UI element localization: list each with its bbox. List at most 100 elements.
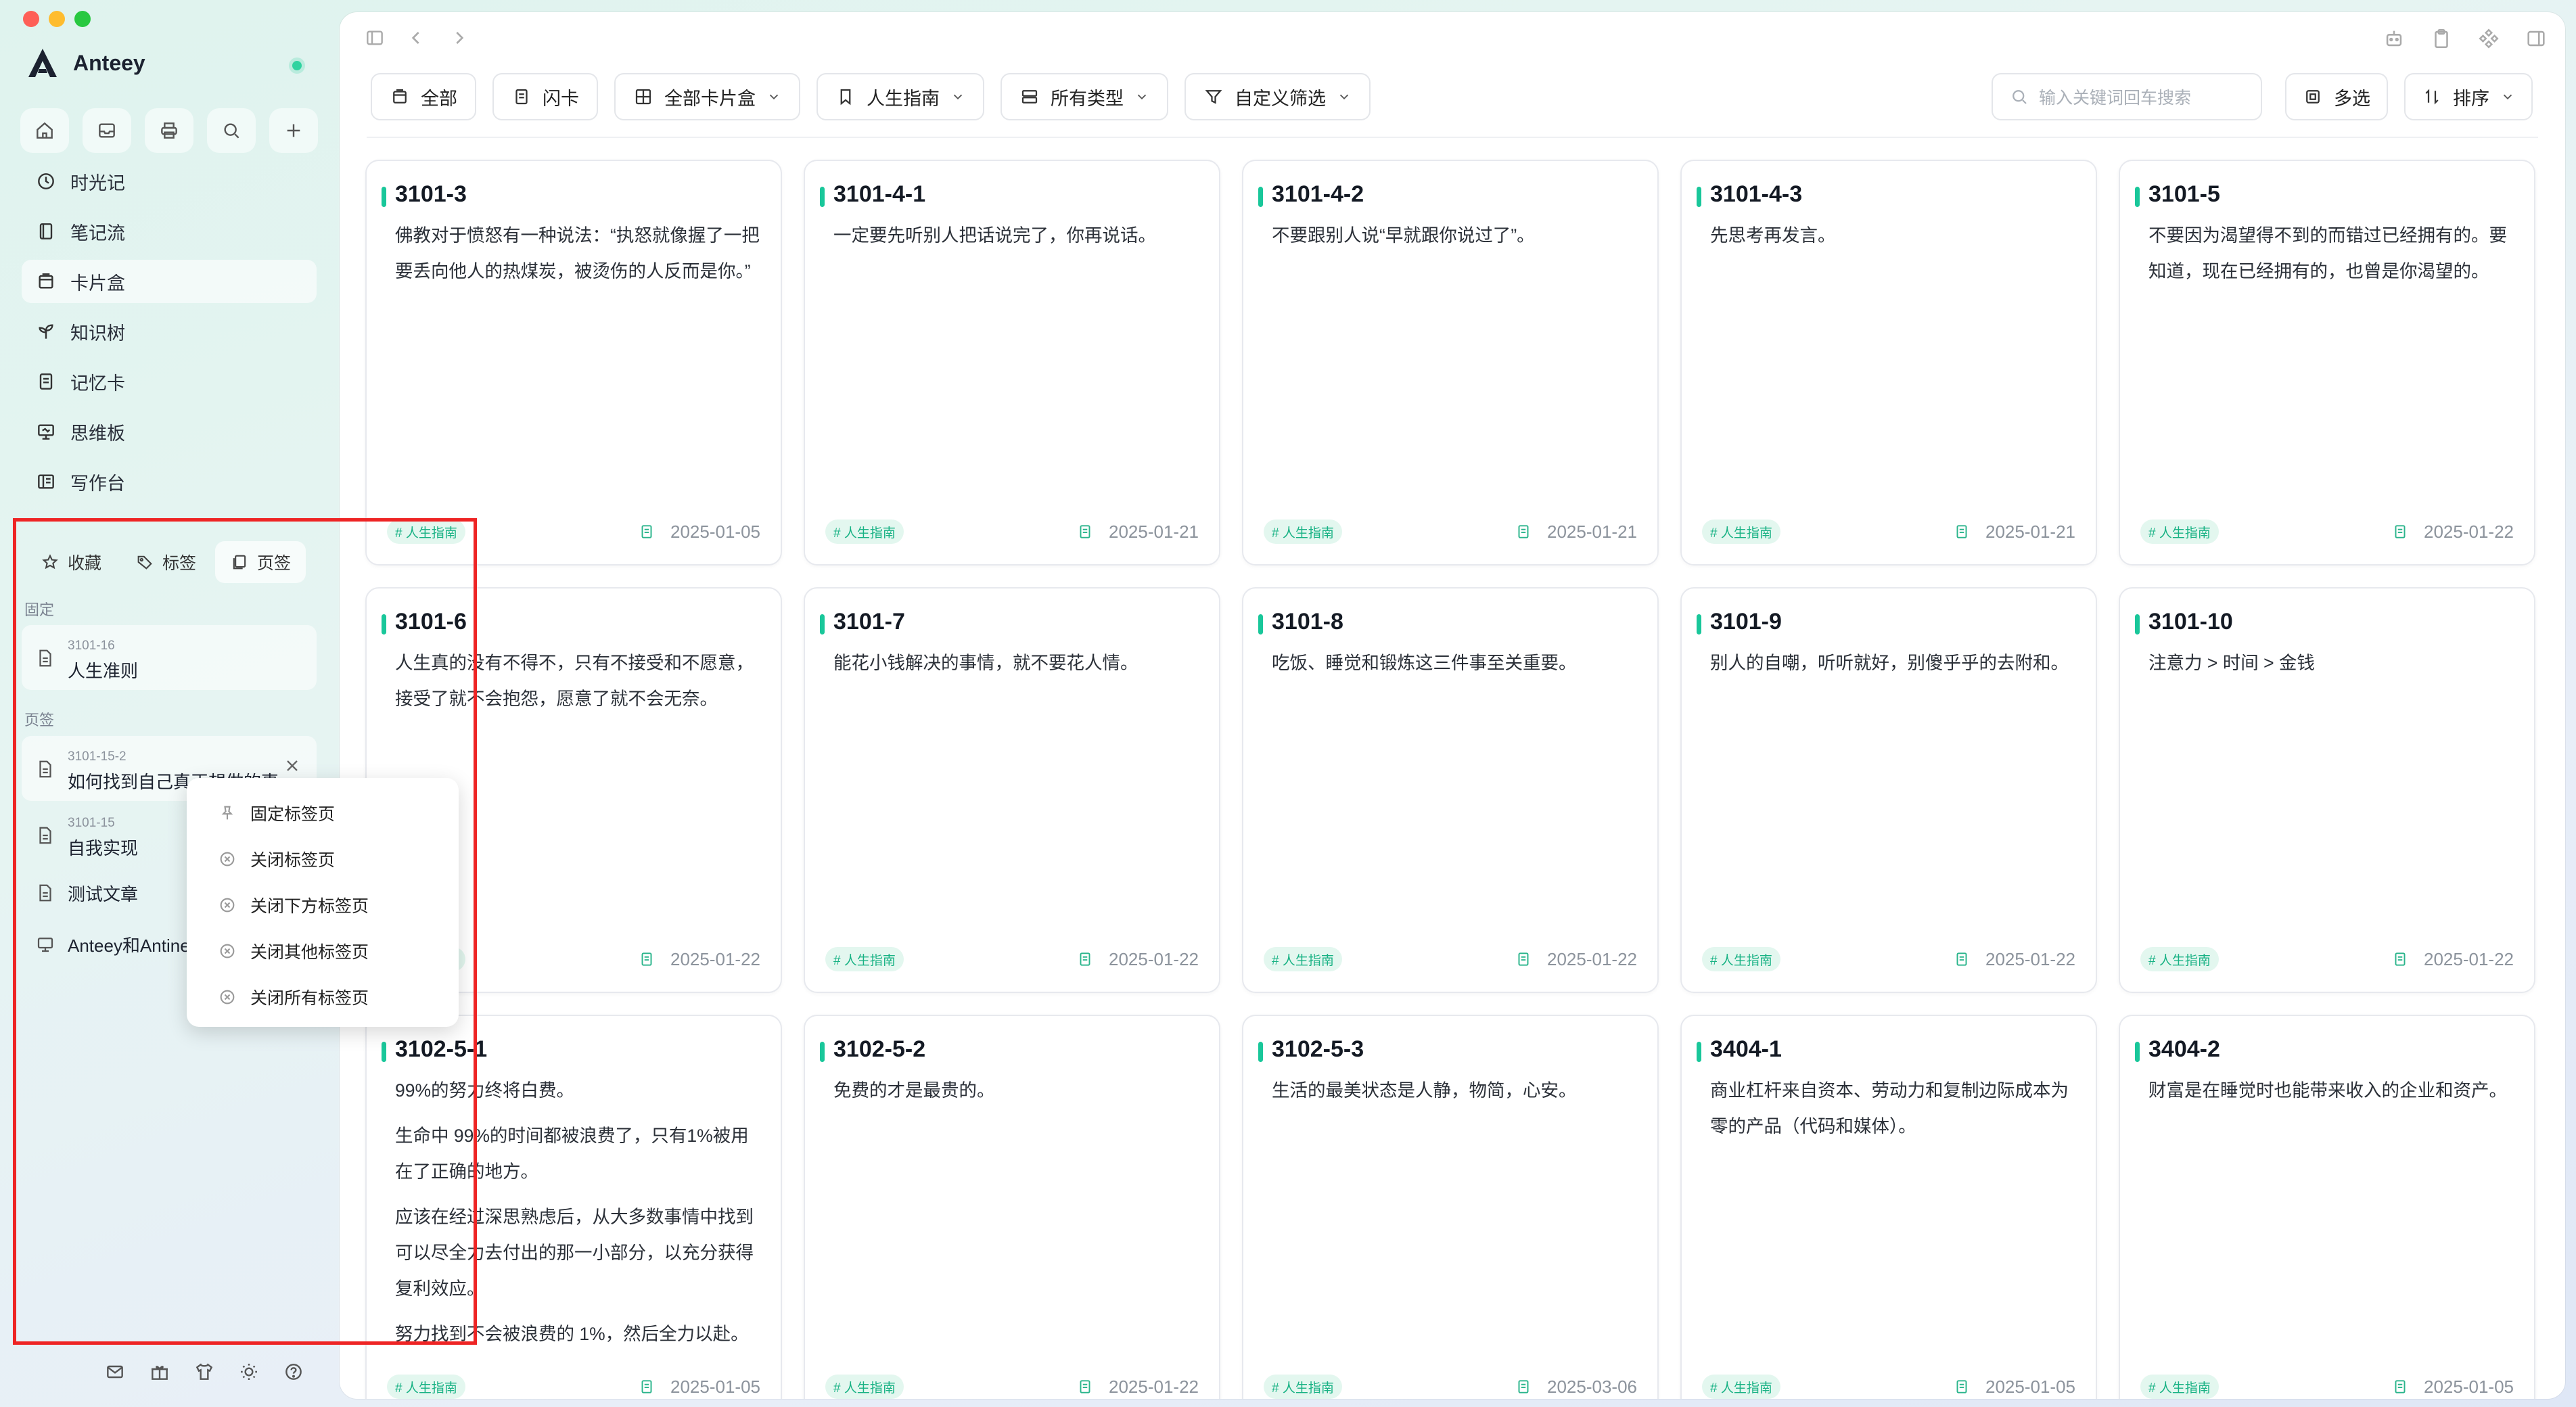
card-tag[interactable]: # 人生指南 <box>387 520 465 544</box>
card-text: 商业杠杆来自资本、劳动力和复制边际成本为零的产品（代码和媒体）。 <box>1710 1080 2069 1136</box>
filter-all-button[interactable]: 全部 <box>371 73 476 120</box>
note-card[interactable]: 3101-4-1 一定要先听别人把话说完了，你再说话。 # 人生指南 2025-01-… <box>804 160 1220 566</box>
context-menu-item[interactable]: 关闭所有标签页 <box>187 974 459 1020</box>
gift-icon[interactable] <box>149 1361 170 1383</box>
card-id: 3102-5-1 <box>395 1036 488 1062</box>
pinned-section-label: 固定 <box>24 601 55 618</box>
document-icon <box>39 760 51 778</box>
card-accent-bar <box>820 614 825 635</box>
filter-flashcard-button[interactable]: 闪卡 <box>492 73 598 120</box>
close-icon[interactable] <box>283 756 302 775</box>
card-date-row: 2025-01-22 <box>2391 520 2514 544</box>
inbox-button[interactable] <box>83 108 131 153</box>
card-body: 财富是在睡觉时也能带来收入的企业和资产。 <box>2148 1073 2514 1118</box>
card-tag[interactable]: # 人生指南 <box>1264 1375 1342 1399</box>
search-input[interactable]: 输入关键词回车搜索 <box>1992 73 2262 120</box>
right-panel-icon[interactable] <box>2525 27 2548 50</box>
toolbar-divider <box>367 137 2538 138</box>
card-text: 免费的才是最贵的。 <box>833 1080 995 1101</box>
shirt-icon[interactable] <box>193 1361 215 1383</box>
nav-item-knowledge-tree[interactable]: 知识树 <box>22 310 317 353</box>
card-tag[interactable]: # 人生指南 <box>2140 947 2219 971</box>
mail-icon[interactable] <box>104 1361 126 1383</box>
card-tag[interactable]: # 人生指南 <box>825 1375 904 1399</box>
card-date-row: 2025-01-21 <box>1953 520 2075 544</box>
note-card[interactable]: 3101-9 别人的自嘲，听听就好，别傻乎乎的去附和。 # 人生指南 2025-01-… <box>1680 587 2097 993</box>
home-button[interactable] <box>20 108 69 153</box>
tab-context-menu: 固定标签页 关闭标签页关闭下方标签页关闭其他标签页 关闭所有标签页 <box>187 778 459 1027</box>
close-circle-icon <box>220 898 235 913</box>
search-button[interactable] <box>207 108 256 153</box>
robot-icon[interactable] <box>2383 27 2406 50</box>
context-menu-item[interactable]: 关闭标签页 <box>187 836 459 882</box>
sun-icon[interactable] <box>238 1361 260 1383</box>
chevron-down-icon <box>769 94 779 100</box>
card-id: 3404-2 <box>2148 1036 2220 1062</box>
nav-item-memory-cards[interactable]: 记忆卡 <box>22 360 317 403</box>
grid-dots-icon[interactable] <box>2477 27 2500 50</box>
print-button[interactable] <box>145 108 193 153</box>
search-icon <box>2013 90 2027 104</box>
card-text: 财富是在睡觉时也能带来收入的企业和资产。 <box>2148 1080 2507 1101</box>
card-body: 不要跟别人说“早就跟你说过了”。 <box>1272 218 1637 263</box>
context-menu-label: 关闭下方标签页 <box>250 897 369 916</box>
tab-tags[interactable]: 标签 <box>120 541 211 583</box>
context-menu-item[interactable]: 固定标签页 <box>187 790 459 836</box>
card-tag[interactable]: # 人生指南 <box>825 947 904 971</box>
note-card[interactable]: 3101-7 能花小钱解决的事情，就不要花人情。 # 人生指南 2025-01-22 <box>804 587 1220 993</box>
forward-arrow-icon[interactable] <box>448 27 469 49</box>
home-icon <box>37 122 53 139</box>
nav-item-card-box[interactable]: 卡片盒 <box>22 260 317 303</box>
multi-select-button[interactable]: 多选 <box>2285 73 2388 120</box>
filter-life-guide-dropdown[interactable]: 人生指南 <box>816 73 984 120</box>
pinned-tab-item[interactable]: 3101-16 人生准则 <box>22 625 317 690</box>
add-button[interactable] <box>269 108 318 153</box>
filter-custom-dropdown[interactable]: 自定义筛选 <box>1184 73 1371 120</box>
card-tag[interactable]: # 人生指南 <box>825 520 904 544</box>
tab-pages[interactable]: 页签 <box>215 541 306 583</box>
card-tag[interactable]: # 人生指南 <box>1702 520 1780 544</box>
filter-all-boxes-dropdown[interactable]: 全部卡片盒 <box>614 73 800 120</box>
note-card[interactable]: 3101-4-3 先思考再发言。 # 人生指南 2025-01-21 <box>1680 160 2097 566</box>
note-card[interactable]: 3404-2 财富是在睡觉时也能带来收入的企业和资产。 # 人生指南 2025-01-… <box>2119 1015 2535 1399</box>
card-date-row: 2025-03-06 <box>1515 1375 1637 1399</box>
card-id: 3101-8 <box>1272 609 1343 635</box>
clipboard-icon[interactable] <box>2430 27 2453 50</box>
calendar-icon <box>1080 952 1090 966</box>
card-tag[interactable]: # 人生指南 <box>387 1375 465 1399</box>
card-tag[interactable]: # 人生指南 <box>2140 520 2219 544</box>
card-tag[interactable]: # 人生指南 <box>1264 947 1342 971</box>
plus-icon <box>287 124 300 137</box>
card-tag[interactable]: # 人生指南 <box>2140 1375 2219 1399</box>
context-menu-item[interactable]: 关闭其他标签页 <box>187 928 459 974</box>
note-card[interactable]: 3404-1 商业杠杆来自资本、劳动力和复制边际成本为零的产品（代码和媒体）。 # … <box>1680 1015 2097 1399</box>
note-card[interactable]: 3101-10 注意力 > 时间 > 金钱 # 人生指南 2025-01-22 <box>2119 587 2535 993</box>
help-icon[interactable] <box>283 1361 304 1383</box>
note-card[interactable]: 3101-5 不要因为渴望得不到的而错过已经拥有的。要知道，现在已经拥有的，也曾是… <box>2119 160 2535 566</box>
grid-icon <box>635 89 651 105</box>
panel-tabs: 收藏 标签 页签 <box>26 541 306 583</box>
note-card[interactable]: 3102-5-2 免费的才是最贵的。 # 人生指南 2025-01-22 <box>804 1015 1220 1399</box>
tab-favorites[interactable]: 收藏 <box>26 541 116 583</box>
note-card[interactable]: 3102-5-3 生活的最美状态是人静，物简，心安。 # 人生指南 2025-03-0… <box>1242 1015 1659 1399</box>
context-menu-item[interactable]: 关闭下方标签页 <box>187 882 459 928</box>
sort-dropdown[interactable]: 排序 <box>2404 73 2533 120</box>
note-card[interactable]: 3101-8 吃饭、睡觉和锻炼这三件事至关重要。 # 人生指南 2025-01-22 <box>1242 587 1659 993</box>
card-tag[interactable]: # 人生指南 <box>1702 1375 1780 1399</box>
brand[interactable]: Anteey <box>26 46 145 80</box>
calendar-icon <box>2395 525 2406 538</box>
back-arrow-icon[interactable] <box>406 27 428 49</box>
nav-item-writing-desk[interactable]: 写作台 <box>22 460 317 503</box>
nav-item-mind-board[interactable]: 思维板 <box>22 410 317 453</box>
anteey-logo-icon <box>28 49 57 77</box>
card-body: 99%的努力终将白费。 生命中 99%的时间都被浪费了，只有1%被用在了正确的地方… <box>395 1073 760 1362</box>
note-card[interactable]: 3101-4-2 不要跟别人说“早就跟你说过了”。 # 人生指南 2025-01-21 <box>1242 160 1659 566</box>
filter-all-types-dropdown[interactable]: 所有类型 <box>1001 73 1168 120</box>
sidebar-toggle-icon[interactable] <box>364 27 386 49</box>
card-tag[interactable]: # 人生指南 <box>1702 947 1780 971</box>
nav-item-notes[interactable]: 笔记流 <box>22 210 317 253</box>
note-card[interactable]: 3102-5-1 99%的努力终将白费。 生命中 99%的时间都被浪费了，只有1%被… <box>365 1015 782 1399</box>
card-tag[interactable]: # 人生指南 <box>1264 520 1342 544</box>
note-card[interactable]: 3101-3 佛教对于愤怒有一种说法：“执怒就像握了一把要丢向他人的热煤炭，被烫伤… <box>365 160 782 566</box>
nav-item-timeline[interactable]: 时光记 <box>22 160 317 203</box>
